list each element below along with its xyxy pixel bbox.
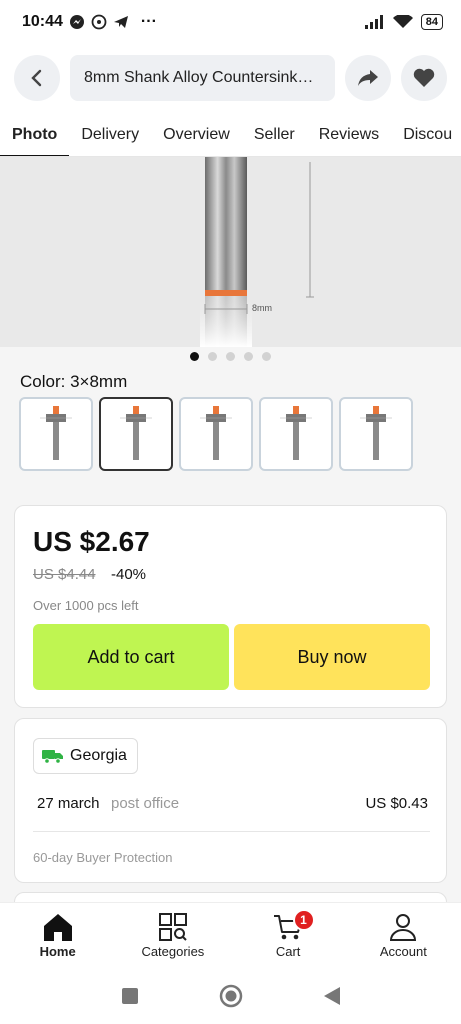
- share-icon: [358, 70, 378, 86]
- divider: [33, 831, 430, 832]
- delivery-method: post office: [111, 795, 180, 812]
- nav-categories[interactable]: Categories: [115, 903, 230, 968]
- gallery-dot[interactable]: [190, 352, 199, 361]
- signal-icon: [364, 15, 383, 29]
- shipping-price: US $0.43: [365, 795, 428, 812]
- color-label: Color: 3×8mm: [20, 372, 128, 391]
- chevron-left-icon: [31, 69, 42, 87]
- gallery-dot[interactable]: [226, 352, 235, 361]
- product-image: [200, 157, 314, 347]
- countersink-thumbnail: [40, 406, 72, 460]
- color-option[interactable]: [259, 397, 333, 471]
- home-circle-icon[interactable]: [219, 984, 243, 1008]
- status-bar: 10:44 ··· 84: [0, 0, 461, 44]
- delivery-truck-icon: [42, 750, 63, 764]
- gallery-pagination: [0, 352, 461, 361]
- back-button[interactable]: [14, 55, 60, 101]
- shipping-card: Georgia 27 march post office US $0.43 60…: [14, 718, 447, 883]
- nav-home-label: Home: [39, 943, 76, 959]
- wishlist-button[interactable]: [401, 55, 447, 101]
- section-tabs: Photo Delivery Overview Seller Reviews D…: [0, 112, 461, 157]
- heart-icon: [413, 68, 435, 87]
- share-button[interactable]: [345, 55, 391, 101]
- gallery-dot[interactable]: [262, 352, 271, 361]
- battery-indicator: 84: [420, 14, 443, 30]
- bottom-navigation: Home Categories 1 Cart Account: [0, 902, 461, 968]
- color-option-selected[interactable]: [99, 397, 173, 471]
- countersink-thumbnail: [360, 406, 392, 460]
- color-options: [19, 397, 413, 471]
- nav-categories-label: Categories: [141, 943, 205, 959]
- gallery-dot[interactable]: [208, 352, 217, 361]
- wifi-icon: [392, 15, 413, 28]
- back-triangle-icon[interactable]: [323, 986, 341, 1006]
- categories-icon: [158, 912, 187, 941]
- product-title-search[interactable]: 8mm Shank Alloy Countersink…: [70, 55, 335, 101]
- product-image-gallery[interactable]: 8mm: [0, 157, 461, 347]
- dimension-label: 8mm: [252, 303, 272, 313]
- countersink-thumbnail: [120, 406, 152, 460]
- messenger-icon: [69, 15, 84, 29]
- ship-to-country-button[interactable]: Georgia: [33, 738, 138, 774]
- color-option[interactable]: [19, 397, 93, 471]
- tab-overview[interactable]: Overview: [151, 112, 242, 156]
- buyer-protection[interactable]: 60-day Buyer Protection: [33, 850, 172, 865]
- nav-cart[interactable]: 1 Cart: [231, 903, 346, 968]
- delivery-date: 27 march: [37, 795, 100, 812]
- tab-reviews[interactable]: Reviews: [307, 112, 391, 156]
- tab-delivery[interactable]: Delivery: [69, 112, 151, 156]
- add-to-cart-button[interactable]: Add to cart: [33, 624, 229, 690]
- current-price: US $2.67: [33, 526, 150, 557]
- account-icon: [390, 913, 417, 941]
- nav-account[interactable]: Account: [346, 903, 461, 968]
- gallery-dot[interactable]: [244, 352, 253, 361]
- stock-info: Over 1000 pcs left: [33, 598, 139, 613]
- tab-seller[interactable]: Seller: [242, 112, 307, 156]
- color-option[interactable]: [339, 397, 413, 471]
- color-option[interactable]: [179, 397, 253, 471]
- product-header: 8mm Shank Alloy Countersink…: [0, 44, 461, 112]
- nav-cart-label: Cart: [275, 943, 301, 959]
- tab-discount[interactable]: Discou: [391, 112, 461, 156]
- status-time: 10:44: [22, 13, 63, 30]
- nav-home[interactable]: Home: [0, 903, 115, 968]
- price-card: US $2.67 US $4.44 -40% Over 1000 pcs lef…: [14, 505, 447, 708]
- buy-now-button[interactable]: Buy now: [234, 624, 430, 690]
- discount-percent: -40%: [111, 566, 147, 583]
- cart-count-badge: 1: [292, 909, 315, 931]
- nav-account-label: Account: [379, 943, 427, 959]
- more-notifications-icon: ···: [140, 13, 157, 30]
- viber-icon: [91, 14, 107, 30]
- system-navigation: [0, 968, 461, 1024]
- tab-photo[interactable]: Photo: [0, 112, 70, 156]
- countersink-thumbnail: [200, 406, 232, 460]
- countersink-thumbnail: [280, 406, 312, 460]
- telegram-icon: [113, 16, 128, 28]
- home-icon: [43, 913, 72, 941]
- original-price: US $4.44: [33, 566, 96, 583]
- country-name: Georgia: [70, 747, 127, 764]
- recent-apps-icon[interactable]: [121, 987, 139, 1005]
